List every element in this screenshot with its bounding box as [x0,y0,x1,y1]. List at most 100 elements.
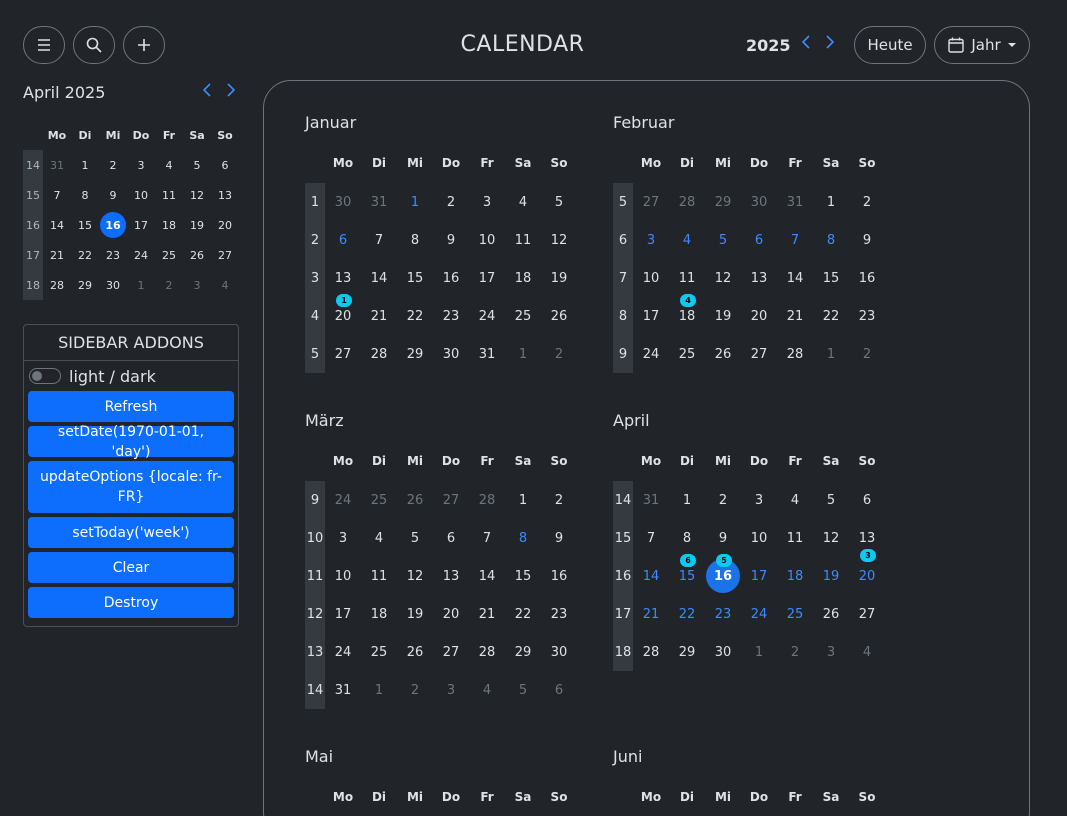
mini-day-cell[interactable]: 15 [71,210,99,240]
add-event-button[interactable] [123,26,165,64]
day-cell[interactable]: 6 [325,221,361,259]
week-number[interactable]: 5 [305,335,325,373]
day-cell[interactable]: 18 [505,259,541,297]
day-cell[interactable]: 1 [397,183,433,221]
day-cell[interactable]: 27 [325,335,361,373]
mini-day-cell[interactable]: 1 [71,150,99,180]
day-cell[interactable]: 4 [469,671,505,709]
day-cell[interactable]: 21 [777,297,813,335]
day-cell[interactable]: 1 [741,633,777,671]
day-cell[interactable]: 4 [505,183,541,221]
day-cell[interactable]: 7 [777,221,813,259]
day-cell[interactable]: 3 [741,481,777,519]
day-cell[interactable]: 24 [325,633,361,671]
day-cell[interactable]: 10 [633,259,669,297]
day-cell[interactable]: 11 [361,557,397,595]
day-cell[interactable]: 24 [325,481,361,519]
day-cell[interactable]: 3 [325,519,361,557]
day-cell[interactable]: 14 [777,259,813,297]
day-cell[interactable]: 1 [669,481,705,519]
day-cell[interactable]: 16 [541,557,577,595]
day-cell[interactable]: 95 [705,519,741,567]
month-name[interactable]: März [305,411,577,441]
week-number[interactable]: 14 [613,481,633,519]
day-cell[interactable]: 2 [397,671,433,709]
mini-day-cell[interactable]: 19 [183,210,211,240]
mini-day-cell[interactable]: 3 [183,270,211,300]
destroy-button[interactable]: Destroy [28,587,234,618]
day-cell[interactable]: 12 [813,519,849,557]
mini-day-cell[interactable]: 12 [183,180,211,210]
day-cell[interactable]: 20 [433,595,469,633]
day-cell[interactable]: 29 [705,183,741,221]
mini-day-cell[interactable]: 18 [155,210,183,240]
day-cell[interactable]: 25 [505,297,541,335]
day-cell[interactable]: 19 [705,297,741,335]
mini-next-month-button[interactable] [225,82,237,101]
week-number[interactable]: 10 [305,519,325,557]
day-cell[interactable]: 8 [397,221,433,259]
day-cell[interactable]: 27 [633,183,669,221]
day-cell[interactable]: 13 [433,557,469,595]
view-select-button[interactable]: Jahr [934,26,1030,64]
mini-day-cell[interactable]: 8 [71,180,99,210]
day-cell[interactable]: 4 [361,519,397,557]
day-cell[interactable]: 29 [505,633,541,671]
mini-day-cell[interactable]: 20 [211,210,239,240]
day-cell[interactable]: 29 [669,633,705,671]
day-cell[interactable]: 12 [397,557,433,595]
day-cell[interactable]: 5 [505,671,541,709]
day-cell[interactable]: 3 [633,221,669,259]
day-cell[interactable]: 23 [541,595,577,633]
day-cell[interactable]: 18 [777,557,813,595]
today-button[interactable]: Heute [854,26,926,64]
day-cell[interactable]: 26 [705,335,741,373]
day-cell[interactable]: 22 [669,595,705,633]
set-date-button[interactable]: setDate(1970-01-01, 'day') [28,424,234,460]
mini-day-cell[interactable]: 23 [99,240,127,270]
day-cell[interactable]: 17 [741,557,777,595]
theme-toggle[interactable] [29,368,61,384]
day-cell[interactable]: 11 [777,519,813,557]
day-cell[interactable]: 22 [505,595,541,633]
day-cell[interactable]: 8 [505,519,541,557]
mini-day-cell[interactable]: 14 [43,210,71,240]
day-cell[interactable]: 5 [705,221,741,259]
day-cell[interactable]: 6 [541,671,577,709]
week-number[interactable]: 9 [613,335,633,373]
day-cell[interactable]: 7 [633,519,669,557]
mini-day-cell[interactable]: 26 [183,240,211,270]
day-cell[interactable]: 27 [741,335,777,373]
day-cell[interactable]: 24 [741,595,777,633]
day-cell[interactable]: 15 [813,259,849,297]
event-count-badge[interactable]: 3 [860,549,876,562]
mini-day-cell[interactable]: 13 [211,180,239,210]
day-cell[interactable]: 26 [541,297,577,335]
mini-day-cell[interactable]: 7 [43,180,71,210]
day-cell[interactable]: 6 [741,221,777,259]
week-number[interactable]: 13 [305,633,325,671]
day-cell[interactable]: 2 [541,335,577,373]
day-cell[interactable]: 11 4 [669,259,705,307]
day-cell[interactable]: 2 [705,481,741,519]
day-cell[interactable]: 26 [813,595,849,633]
week-number[interactable]: 3 [305,259,325,297]
day-cell[interactable]: 15 [397,259,433,297]
mini-day-cell[interactable]: 30 [99,270,127,300]
day-cell[interactable]: 31 [361,183,397,221]
mini-day-cell[interactable]: 24 [127,240,155,270]
week-number[interactable]: 7 [613,259,633,297]
next-year-button[interactable] [824,34,836,53]
day-cell[interactable]: 5 [813,481,849,519]
day-cell[interactable]: 16 [433,259,469,297]
week-number[interactable]: 16 [613,557,633,595]
week-number[interactable]: 11 [305,557,325,595]
day-cell[interactable]: 4 [777,481,813,519]
day-cell[interactable]: 1 [505,335,541,373]
day-cell[interactable]: 1 [505,481,541,519]
mini-day-cell[interactable]: 22 [71,240,99,270]
mini-day-cell[interactable]: 10 [127,180,155,210]
day-cell[interactable]: 24 [633,335,669,373]
menu-button[interactable] [23,26,65,64]
mini-day-cell[interactable]: 27 [211,240,239,270]
